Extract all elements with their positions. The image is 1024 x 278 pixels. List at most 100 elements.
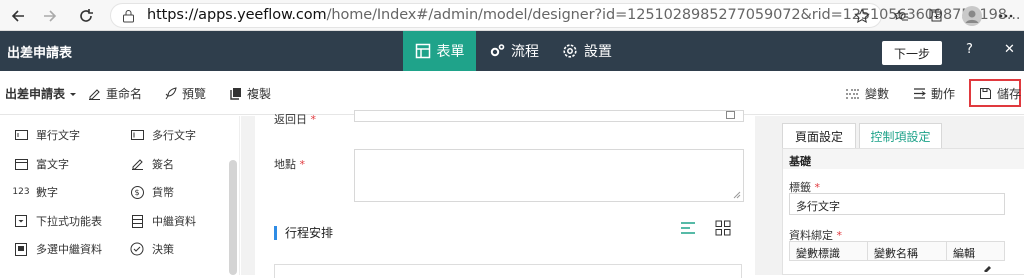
basic-section-title: 基礎 <box>783 149 1024 169</box>
address-textarea[interactable] <box>354 149 744 202</box>
favorite-star-icon[interactable] <box>852 6 872 26</box>
workflow-gear-icon <box>490 44 505 57</box>
grid-layout-icon[interactable] <box>715 220 731 236</box>
section-title: 行程安排 <box>274 226 333 240</box>
rich-text-icon <box>14 158 28 170</box>
rename-button[interactable]: 重命名 <box>88 85 142 102</box>
profile-avatar-icon[interactable] <box>962 6 982 26</box>
help-icon[interactable]: ? <box>966 42 973 57</box>
dropdown-icon <box>14 215 28 227</box>
tab-workflow[interactable]: 流程 <box>489 31 539 71</box>
tab-page-settings[interactable]: 頁面設定 <box>782 123 856 149</box>
component-metadata[interactable]: 中繼資料 <box>130 213 196 229</box>
copy-label: 複製 <box>247 87 272 101</box>
decision-icon <box>130 242 144 256</box>
save-button[interactable]: 儲存 <box>979 85 1021 102</box>
return-date-input[interactable] <box>354 110 744 122</box>
component-multi-line[interactable]: 多行文字 <box>130 127 196 143</box>
form-icon <box>415 43 430 59</box>
forward-icon[interactable] <box>40 6 60 26</box>
preview-label: 預覽 <box>182 87 207 101</box>
settings-gear-icon <box>563 44 577 58</box>
address-bar[interactable]: https://apps.yeeflow.com/home/Index#/adm… <box>110 3 1021 28</box>
col-variable-name: 變數名稱 <box>867 241 947 261</box>
component-decision[interactable]: 決策 <box>130 241 174 257</box>
tab-form-label: 表單 <box>436 44 465 60</box>
next-step-button[interactable]: 下一步 <box>882 41 942 65</box>
component-single-line[interactable]: 單行文字 <box>14 127 80 143</box>
save-label: 儲存 <box>997 87 1022 101</box>
caret-down-icon <box>70 92 77 96</box>
component-label: 富文字 <box>36 158 69 171</box>
list-layout-icon[interactable] <box>680 221 696 235</box>
properties-panel: 頁面設定 控制項設定 基礎 標籤 * 多行文字 資料綁定 * 變數標識 變數名稱… <box>759 116 1024 275</box>
resize-handle-icon[interactable] <box>733 191 741 199</box>
tab-workflow-label: 流程 <box>511 44 539 60</box>
form-selector-label: 出差申請表 <box>5 87 66 101</box>
actions-icon <box>914 88 926 99</box>
copy-icon <box>230 88 241 100</box>
url-text: https://apps.yeeflow.com/home/Index#/adm… <box>147 7 1021 23</box>
copy-button[interactable]: 複製 <box>229 85 271 102</box>
component-label: 單行文字 <box>36 129 80 142</box>
more-menu-icon[interactable] <box>996 6 1016 26</box>
component-currency[interactable]: $ 貨幣 <box>130 184 174 200</box>
component-dropdown[interactable]: 下拉式功能表 <box>14 213 102 229</box>
preview-button[interactable]: 預覽 <box>164 85 206 102</box>
component-label: 中繼資料 <box>152 215 196 228</box>
lock-icon <box>122 9 135 23</box>
variables-label: 變數 <box>865 87 890 101</box>
tab-form[interactable]: 表單 <box>403 31 476 71</box>
component-label: 多行文字 <box>152 129 196 142</box>
component-label: 下拉式功能表 <box>36 215 102 228</box>
component-signature[interactable]: 簽名 <box>130 156 174 172</box>
single-line-icon <box>14 130 28 140</box>
multi-line-icon <box>130 130 144 140</box>
refresh-icon[interactable] <box>76 6 96 26</box>
currency-icon: $ <box>130 185 144 199</box>
metadata-icon <box>130 214 144 228</box>
form-sheet: 返回日 * 地點 * 行程安排 <box>255 110 755 278</box>
favorites-icon[interactable] <box>891 6 911 26</box>
browser-toolbar: https://apps.yeeflow.com/home/Index#/adm… <box>0 0 1024 31</box>
component-rich-text[interactable]: 富文字 <box>14 156 69 172</box>
back-icon[interactable] <box>8 6 28 26</box>
pencil-icon <box>89 89 100 100</box>
component-panel-scrollbar[interactable] <box>229 160 237 275</box>
close-icon[interactable]: ✕ <box>1004 42 1015 57</box>
signature-icon <box>130 158 144 170</box>
rocket-icon <box>165 87 177 100</box>
control-settings-panel: 基礎 標籤 * 多行文字 資料綁定 * 變數標識 變數名稱 編輯 <box>782 148 1024 275</box>
calendar-icon <box>726 111 735 119</box>
collections-icon[interactable] <box>926 6 946 26</box>
component-label: 多選中繼資料 <box>36 243 102 256</box>
col-variable-id: 變數標識 <box>789 241 868 261</box>
rename-label: 重命名 <box>106 87 143 101</box>
label-field-input[interactable]: 多行文字 <box>789 193 1005 215</box>
app-header: 出差申請表 表單 流程 設置 下一步 ? ✕ <box>0 31 1024 71</box>
address-label: 地點 * <box>274 158 305 171</box>
variables-icon <box>846 89 859 99</box>
form-selector[interactable]: 出差申請表 <box>5 85 83 102</box>
app-title: 出差申請表 <box>7 46 73 61</box>
actions-label: 動作 <box>931 87 956 101</box>
tab-control-settings[interactable]: 控制項設定 <box>859 123 942 149</box>
multi-metadata-icon <box>14 242 28 256</box>
component-label: 簽名 <box>152 158 174 171</box>
component-panel: 單行文字 多行文字 富文字 簽名 123 數字 $ 貨幣 下拉式功能表 中繼資料… <box>0 116 240 275</box>
number-icon: 123 <box>12 187 30 197</box>
save-floppy-icon <box>980 88 991 99</box>
designer-toolbar: 出差申請表 重命名 預覽 複製 變數 動作 儲存 <box>0 71 1024 115</box>
component-number[interactable]: 123 數字 <box>12 184 58 200</box>
component-multi-metadata[interactable]: 多選中繼資料 <box>14 241 102 257</box>
col-edit: 編輯 <box>946 241 1005 261</box>
return-date-label: 返回日 * <box>274 113 316 126</box>
edit-pencil-icon[interactable] <box>983 263 992 272</box>
actions-button[interactable]: 動作 <box>913 85 955 102</box>
variables-button[interactable]: 變數 <box>845 85 889 102</box>
tab-settings-label: 設置 <box>584 44 612 60</box>
form-canvas: 返回日 * 地點 * 行程安排 <box>241 110 759 278</box>
component-label: 決策 <box>152 243 174 256</box>
component-label: 數字 <box>36 186 58 199</box>
tab-settings[interactable]: 設置 <box>562 31 612 71</box>
